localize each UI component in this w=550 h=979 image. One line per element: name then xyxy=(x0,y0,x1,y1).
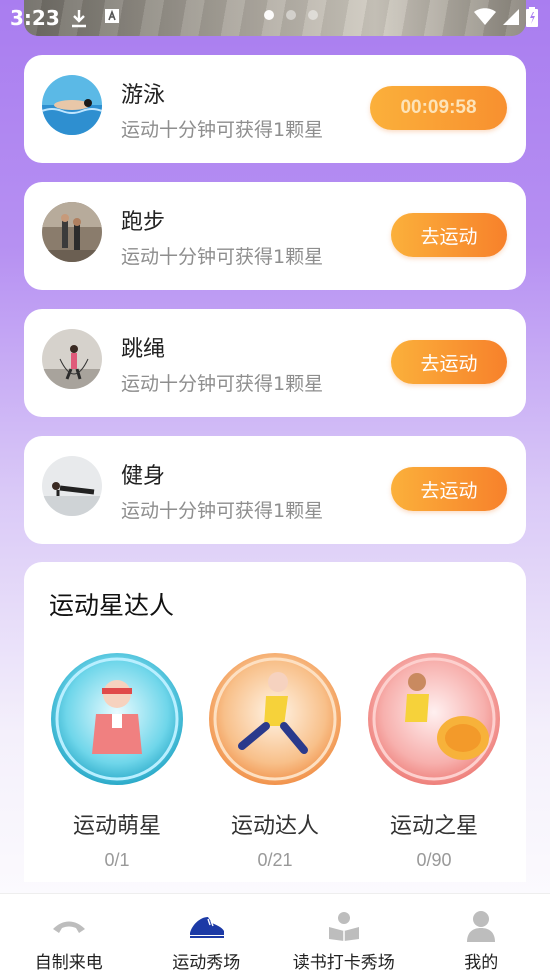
sneaker-icon xyxy=(138,906,276,946)
person-icon xyxy=(413,906,550,946)
badge-item[interactable]: 运动萌星 0/1 xyxy=(50,652,184,871)
badge-count: 0/90 xyxy=(416,850,452,870)
app-notification-icon xyxy=(104,8,120,28)
badge-sports-expert-icon xyxy=(208,652,342,786)
badge-name: 运动之星 xyxy=(389,814,478,839)
running-photo-icon xyxy=(42,202,102,262)
go-exercise-button[interactable]: 去运动 xyxy=(391,213,507,257)
activity-card-fitness[interactable]: 健身 运动十分钟可获得1颗星 去运动 xyxy=(24,436,526,544)
bottom-tab-bar: 自制来电 运动秀场 读书打卡秀场 我的 xyxy=(0,893,550,979)
badge-count: 0/1 xyxy=(104,850,130,870)
tab-label: 我的 xyxy=(464,953,499,973)
activity-card-running[interactable]: 跑步 运动十分钟可获得1颗星 去运动 xyxy=(24,182,526,290)
phone-icon xyxy=(0,906,138,946)
tab-label: 自制来电 xyxy=(34,953,103,973)
activity-title: 游泳 xyxy=(121,83,166,108)
activity-card-swimming[interactable]: 游泳 运动十分钟可获得1颗星 00:09:58 xyxy=(24,55,526,163)
activity-subtitle: 运动十分钟可获得1颗星 xyxy=(121,119,324,141)
tab-custom-call[interactable]: 自制来电 xyxy=(0,894,138,979)
activity-title: 健身 xyxy=(121,464,166,489)
jump-rope-photo-icon xyxy=(42,329,102,389)
battery-icon xyxy=(526,7,538,31)
status-time: 3:23 xyxy=(10,6,60,30)
fitness-photo-icon xyxy=(42,456,102,516)
swimming-photo-icon xyxy=(42,75,102,135)
tab-label: 运动秀场 xyxy=(172,953,241,973)
book-reader-icon xyxy=(275,906,413,946)
activity-title: 跳绳 xyxy=(121,337,166,362)
tab-mine[interactable]: 我的 xyxy=(413,894,550,979)
sports-star-panel: 运动星达人 运动萌星 0/1 运动达人 0/21 运动之星 0/90 xyxy=(24,562,526,882)
tab-label: 读书打卡秀场 xyxy=(292,953,395,973)
badge-item[interactable]: 运动达人 0/21 xyxy=(208,652,342,871)
activity-timer-button[interactable]: 00:09:58 xyxy=(370,86,507,130)
activity-card-jump-rope[interactable]: 跳绳 运动十分钟可获得1颗星 去运动 xyxy=(24,309,526,417)
status-bar: 3:23 xyxy=(0,0,550,36)
signal-icon xyxy=(502,8,520,30)
badge-cute-star-icon xyxy=(50,652,184,786)
download-icon xyxy=(70,8,88,32)
wifi-icon xyxy=(474,8,496,30)
badge-count: 0/21 xyxy=(257,850,293,870)
badge-name: 运动达人 xyxy=(230,814,319,839)
badge-sports-star-icon xyxy=(367,652,501,786)
go-exercise-button[interactable]: 去运动 xyxy=(391,467,507,511)
go-exercise-button[interactable]: 去运动 xyxy=(391,340,507,384)
badge-name: 运动萌星 xyxy=(72,814,161,839)
tab-sports-show[interactable]: 运动秀场 xyxy=(138,894,276,979)
activity-subtitle: 运动十分钟可获得1颗星 xyxy=(121,500,324,522)
activity-title: 跑步 xyxy=(121,210,166,235)
activity-subtitle: 运动十分钟可获得1颗星 xyxy=(121,373,324,395)
activity-subtitle: 运动十分钟可获得1颗星 xyxy=(121,246,324,268)
panel-title: 运动星达人 xyxy=(49,591,175,620)
badge-item[interactable]: 运动之星 0/90 xyxy=(367,652,501,871)
tab-reading-checkin[interactable]: 读书打卡秀场 xyxy=(275,894,413,979)
